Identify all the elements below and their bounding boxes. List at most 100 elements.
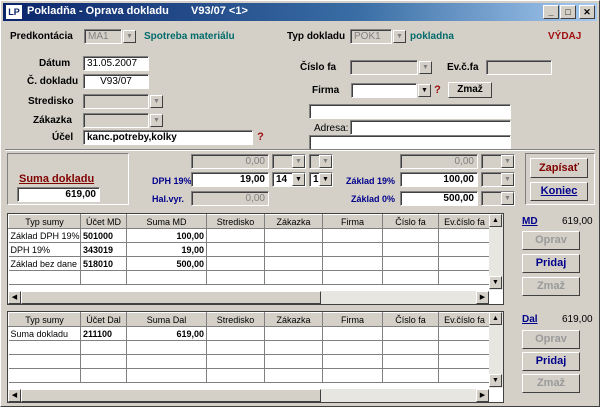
- stredisko-field[interactable]: [83, 94, 149, 109]
- dal-vertical-scrollbar[interactable]: ▲ ▼: [489, 312, 503, 388]
- vat-row1-field[interactable]: 0,00: [191, 154, 269, 169]
- md-header-stredisko[interactable]: Stredisko: [206, 214, 265, 229]
- dal-header-zakazka[interactable]: Zákazka: [264, 312, 323, 327]
- md-zmaz-button[interactable]: Zmaž: [522, 277, 580, 296]
- maximize-button[interactable]: □: [560, 5, 576, 19]
- table-row[interactable]: DPH 19% 343019 19,00: [8, 242, 491, 257]
- md-vertical-scrollbar[interactable]: ▲ ▼: [489, 214, 503, 290]
- dal-header-stredisko[interactable]: Stredisko: [206, 312, 265, 327]
- dal-pridaj-button[interactable]: Pridaj: [522, 352, 580, 371]
- md-scroll-thumb[interactable]: [21, 291, 321, 304]
- typ-dokladu-dropdown-icon[interactable]: ▼: [393, 30, 406, 43]
- zaklad-row1-field[interactable]: 0,00: [400, 154, 478, 169]
- md-scroll-up-icon[interactable]: ▲: [489, 214, 502, 227]
- zaklad0-dropdown-icon[interactable]: ▼: [501, 192, 514, 205]
- dal-scroll-up-icon[interactable]: ▲: [489, 312, 502, 325]
- dal-header-suma-dal[interactable]: Suma Dal: [126, 312, 207, 327]
- ucel-help-icon[interactable]: ?: [255, 130, 266, 145]
- dph19-type-dropdown-icon[interactable]: ▼: [319, 173, 332, 186]
- ev-cislo-fa-field[interactable]: [486, 60, 552, 75]
- cislo-fa-dropdown-icon[interactable]: ▼: [419, 61, 432, 74]
- dal-zmaz-button[interactable]: Zmaž: [522, 374, 580, 393]
- dal-horizontal-scrollbar[interactable]: ◀ ▶: [8, 389, 489, 402]
- md-header-ucet-md[interactable]: Účet MD: [80, 214, 127, 229]
- table-row[interactable]: [8, 354, 491, 369]
- md-row2-ucet: 343019: [80, 242, 127, 257]
- adresa-line2-field[interactable]: [309, 135, 511, 150]
- ucel-label: Účel: [52, 132, 74, 143]
- md-scroll-down-icon[interactable]: ▼: [489, 276, 502, 289]
- dal-header-ev-cislo-fa[interactable]: Ev.číslo fa: [438, 312, 491, 327]
- ucel-field[interactable]: kanc.potreby,kolky: [83, 130, 253, 145]
- dal-header-cislo-fa[interactable]: Číslo fa: [382, 312, 439, 327]
- hal-vyr-field[interactable]: 0,00: [191, 191, 269, 206]
- firma-name-field[interactable]: [309, 104, 511, 119]
- firma-dropdown-icon[interactable]: ▼: [418, 84, 431, 97]
- zaklad-row1-dropdown-icon[interactable]: ▼: [501, 155, 514, 168]
- cislo-fa-field[interactable]: [350, 60, 418, 75]
- md-pridaj-button[interactable]: Pridaj: [522, 254, 580, 273]
- zakazka-dropdown-icon[interactable]: ▼: [150, 114, 163, 127]
- md-row3-suma: 500,00: [126, 256, 207, 271]
- zaklad19-field[interactable]: 100,00: [400, 172, 478, 187]
- suma-dokladu-field[interactable]: 619,00: [17, 187, 100, 202]
- dph19-rate-dropdown-icon[interactable]: ▼: [292, 173, 305, 186]
- dal-scroll-left-icon[interactable]: ◀: [8, 389, 21, 402]
- table-row[interactable]: [8, 270, 491, 285]
- zapisat-button[interactable]: Zapísať: [530, 158, 588, 178]
- table-row[interactable]: Suma dokladu 211100 619,00: [8, 326, 491, 341]
- dph19-field[interactable]: 19,00: [191, 172, 269, 187]
- datum-field[interactable]: 31.05.2007: [83, 56, 149, 71]
- dal-header-firma[interactable]: Firma: [322, 312, 383, 327]
- md-scroll-left-icon[interactable]: ◀: [8, 291, 21, 304]
- dal-header-typ-sumy[interactable]: Typ sumy: [8, 312, 81, 327]
- stredisko-label: Stredisko: [28, 96, 74, 107]
- app-logo-icon: LP: [6, 5, 22, 19]
- datum-label: Dátum: [39, 58, 71, 69]
- dal-row1-ucet: 211100: [80, 326, 127, 341]
- table-row[interactable]: Základ bez dane 518010 500,00: [8, 256, 491, 271]
- zaklad19-dropdown-icon[interactable]: ▼: [501, 173, 514, 186]
- dal-total-value: 619,00: [562, 314, 593, 325]
- md-header-zakazka[interactable]: Zákazka: [264, 214, 323, 229]
- md-horizontal-scrollbar[interactable]: ◀ ▶: [8, 291, 489, 304]
- typ-dokladu-field[interactable]: POK1: [350, 29, 392, 44]
- md-header-typ-sumy[interactable]: Typ sumy: [8, 214, 81, 229]
- firma-zmaz-button[interactable]: Zmaž: [448, 82, 492, 98]
- table-row[interactable]: [8, 368, 491, 383]
- zaklad0-field[interactable]: 500,00: [400, 191, 478, 206]
- table-row[interactable]: [8, 340, 491, 355]
- predkontacia-field[interactable]: MA1: [84, 29, 122, 44]
- md-header-suma-md[interactable]: Suma MD: [126, 214, 207, 229]
- md-grid-header-row: Typ sumy Účet MD Suma MD Stredisko Zákaz…: [8, 214, 491, 229]
- title-bar: LP Pokladňa - Oprava dokladu V93/07 <1> …: [3, 3, 597, 21]
- table-row[interactable]: Základ DPH 19% 501000 100,00: [8, 228, 491, 243]
- vat-row1-dropdown1-icon[interactable]: ▼: [292, 155, 305, 168]
- md-oprav-button[interactable]: Oprav: [522, 231, 580, 250]
- zakazka-field[interactable]: [83, 113, 149, 128]
- dal-scroll-down-icon[interactable]: ▼: [489, 374, 502, 387]
- md-scroll-right-icon[interactable]: ▶: [476, 291, 489, 304]
- md-header-firma[interactable]: Firma: [322, 214, 383, 229]
- firma-help-icon[interactable]: ?: [432, 83, 443, 98]
- cislo-dokladu-field[interactable]: V93/07: [83, 74, 149, 89]
- md-header-ev-cislo-fa[interactable]: Ev.číslo fa: [438, 214, 491, 229]
- koniec-button[interactable]: Koniec: [530, 182, 588, 201]
- dal-scroll-thumb[interactable]: [21, 389, 321, 402]
- stredisko-dropdown-icon[interactable]: ▼: [150, 95, 163, 108]
- firma-field[interactable]: [351, 83, 417, 98]
- dal-grid-header-row: Typ sumy Účet Dal Suma Dal Stredisko Zák…: [8, 312, 491, 327]
- predkontacia-dropdown-icon[interactable]: ▼: [123, 30, 136, 43]
- dal-header-ucet-dal[interactable]: Účet Dal: [80, 312, 127, 327]
- dal-scroll-right-icon[interactable]: ▶: [476, 389, 489, 402]
- window-title: Pokladňa - Oprava dokladu: [27, 5, 169, 17]
- cislo-fa-label: Číslo fa: [300, 62, 337, 73]
- close-button[interactable]: ✕: [579, 5, 595, 19]
- dal-oprav-button[interactable]: Oprav: [522, 330, 580, 349]
- adresa-line1-field[interactable]: [350, 120, 511, 135]
- md-header-cislo-fa[interactable]: Číslo fa: [382, 214, 439, 229]
- vat-row1-dropdown2-icon[interactable]: ▼: [319, 155, 332, 168]
- md-row1-typ: Základ DPH 19%: [8, 228, 81, 243]
- minimize-button[interactable]: _: [543, 5, 559, 19]
- hal-vyr-label: Hal.vyr.: [152, 194, 185, 204]
